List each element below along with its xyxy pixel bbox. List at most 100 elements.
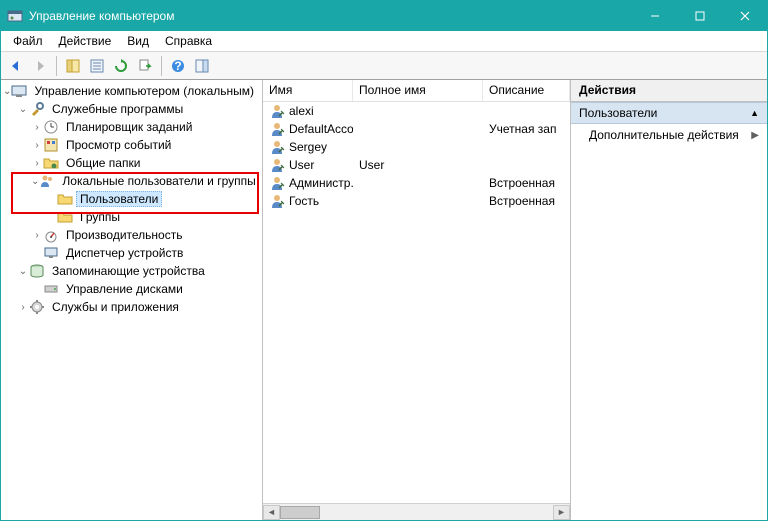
properties-button[interactable] xyxy=(86,55,108,77)
tree-performance[interactable]: › Производительность xyxy=(1,226,262,244)
expand-icon[interactable]: ⌄ xyxy=(17,104,29,115)
tree-system-tools[interactable]: ⌄ Служебные программы xyxy=(1,100,262,118)
user-icon xyxy=(269,175,285,191)
user-full-name xyxy=(353,182,483,184)
expand-icon[interactable]: › xyxy=(17,302,29,313)
tree-pane: ⌄ Управление компьютером (локальным) ⌄ С… xyxy=(1,80,263,520)
user-row[interactable]: Sergey xyxy=(263,138,570,156)
user-full-name xyxy=(353,128,483,130)
tree-label: Пользователи xyxy=(76,191,162,207)
user-description: Учетная зап xyxy=(483,121,570,137)
tree-task-scheduler[interactable]: › Планировщик заданий xyxy=(1,118,262,136)
user-icon xyxy=(269,157,285,173)
user-full-name xyxy=(353,110,483,112)
clock-icon xyxy=(43,119,59,135)
tree-groups[interactable]: Группы xyxy=(1,208,262,226)
user-name: DefaultAcco... xyxy=(289,122,353,136)
column-description[interactable]: Описание xyxy=(483,80,570,101)
maximize-button[interactable] xyxy=(677,1,722,31)
user-name: Sergey xyxy=(289,140,327,154)
expand-icon[interactable]: › xyxy=(31,140,43,151)
tree-disk-management[interactable]: Управление дисками xyxy=(1,280,262,298)
user-description xyxy=(483,146,570,148)
menu-action[interactable]: Действие xyxy=(51,32,120,50)
tree-users[interactable]: Пользователи xyxy=(1,190,262,208)
tree-event-viewer[interactable]: › Просмотр событий xyxy=(1,136,262,154)
back-button[interactable] xyxy=(5,55,27,77)
collapse-icon: ▲ xyxy=(750,108,759,118)
window-title: Управление компьютером xyxy=(29,9,632,23)
user-row[interactable]: UserUser xyxy=(263,156,570,174)
expand-icon[interactable]: ⌄ xyxy=(31,176,39,187)
close-button[interactable] xyxy=(722,1,767,31)
tree-label: Управление дисками xyxy=(62,281,187,297)
tree-label: Запоминающие устройства xyxy=(48,263,209,279)
tree-label: Службы и приложения xyxy=(48,299,183,315)
minimize-button[interactable] xyxy=(632,1,677,31)
menu-view[interactable]: Вид xyxy=(119,32,157,50)
user-row[interactable]: Администр...Встроенная xyxy=(263,174,570,192)
column-full-name[interactable]: Полное имя xyxy=(353,80,483,101)
export-button[interactable] xyxy=(134,55,156,77)
disk-icon xyxy=(43,281,59,297)
folder-icon xyxy=(57,209,73,225)
user-description: Встроенная xyxy=(483,193,570,209)
user-full-name: User xyxy=(353,157,483,173)
app-icon xyxy=(7,8,23,24)
expand-icon[interactable]: › xyxy=(31,122,43,133)
list-header: Имя Полное имя Описание xyxy=(263,80,570,102)
tree-label: Служебные программы xyxy=(48,101,187,117)
tree-shared-folders[interactable]: › Общие папки xyxy=(1,154,262,172)
services-icon xyxy=(29,299,45,315)
action-more[interactable]: Дополнительные действия ▶ xyxy=(571,124,767,146)
tree-storage[interactable]: ⌄ Запоминающие устройства xyxy=(1,262,262,280)
tree-label: Локальные пользователи и группы xyxy=(58,173,259,189)
expand-icon[interactable]: ⌄ xyxy=(3,86,11,97)
tree-label: Просмотр событий xyxy=(62,137,175,153)
menu-file[interactable]: Файл xyxy=(5,32,51,50)
refresh-button[interactable] xyxy=(110,55,132,77)
storage-icon xyxy=(29,263,45,279)
users-groups-icon xyxy=(39,173,55,189)
toolbar: ? xyxy=(1,52,767,80)
svg-text:?: ? xyxy=(174,59,181,73)
user-row[interactable]: alexi xyxy=(263,102,570,120)
scroll-left-button[interactable]: ◄ xyxy=(263,505,280,520)
tree-services-apps[interactable]: › Службы и приложения xyxy=(1,298,262,316)
forward-button[interactable] xyxy=(29,55,51,77)
actions-group[interactable]: Пользователи ▲ xyxy=(571,102,767,124)
scroll-thumb[interactable] xyxy=(280,506,320,519)
expand-icon[interactable]: ⌄ xyxy=(17,266,29,277)
action-more-label: Дополнительные действия xyxy=(589,128,739,142)
help-button[interactable]: ? xyxy=(167,55,189,77)
column-name[interactable]: Имя xyxy=(263,80,353,101)
chevron-right-icon: ▶ xyxy=(751,130,759,141)
actions-group-label: Пользователи xyxy=(579,106,657,120)
user-full-name xyxy=(353,200,483,202)
content-area: ⌄ Управление компьютером (локальным) ⌄ С… xyxy=(1,80,767,520)
show-hide-tree-button[interactable] xyxy=(62,55,84,77)
show-action-pane-button[interactable] xyxy=(191,55,213,77)
user-icon xyxy=(269,193,285,209)
expand-icon[interactable]: › xyxy=(31,158,43,169)
tree-label: Планировщик заданий xyxy=(62,119,196,135)
user-row[interactable]: DefaultAcco... Учетная зап xyxy=(263,120,570,138)
scroll-right-button[interactable]: ► xyxy=(553,505,570,520)
tree-local-users-groups[interactable]: ⌄ Локальные пользователи и группы xyxy=(1,172,262,190)
horizontal-scrollbar[interactable]: ◄ ► xyxy=(263,503,570,520)
tree-device-manager[interactable]: Диспетчер устройств xyxy=(1,244,262,262)
user-description: Встроенная xyxy=(483,175,570,191)
actions-header: Действия xyxy=(571,80,767,102)
menu-help[interactable]: Справка xyxy=(157,32,220,50)
tree-label: Управление компьютером (локальным) xyxy=(30,83,258,99)
toolbar-separator xyxy=(56,56,57,76)
tree-label: Производительность xyxy=(62,227,186,243)
tools-icon xyxy=(29,101,45,117)
title-bar: Управление компьютером xyxy=(1,1,767,31)
expand-icon[interactable]: › xyxy=(31,230,43,241)
user-name: Гость xyxy=(289,194,319,208)
user-row[interactable]: Гость Встроенная xyxy=(263,192,570,210)
shared-folder-icon xyxy=(43,155,59,171)
tree-root[interactable]: ⌄ Управление компьютером (локальным) xyxy=(1,82,262,100)
scroll-track[interactable] xyxy=(280,505,553,520)
